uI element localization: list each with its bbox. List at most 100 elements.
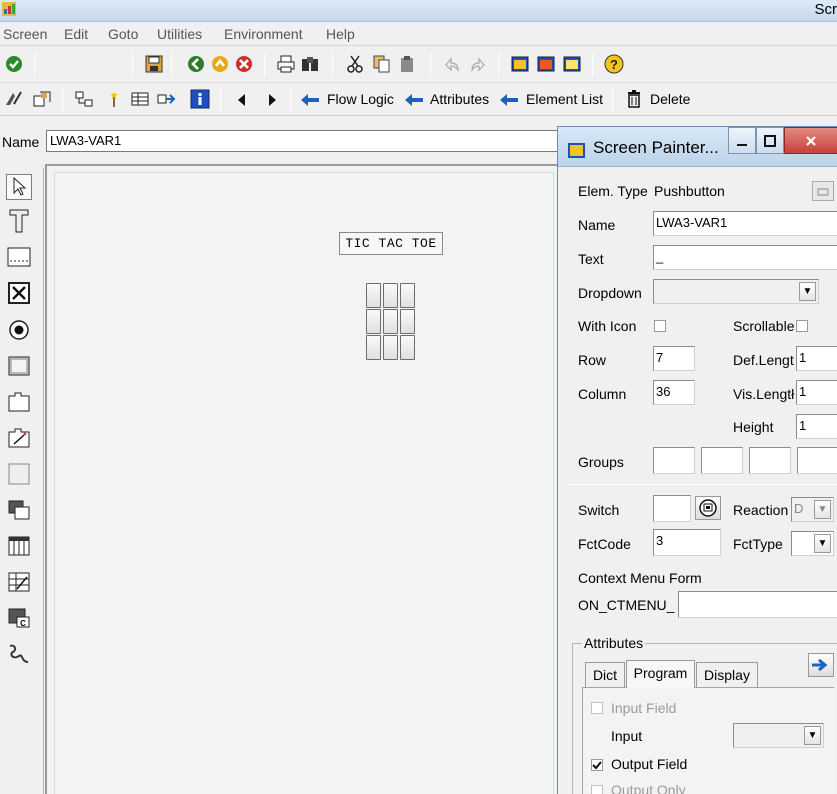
layout-canvas[interactable] [45,164,558,794]
table-wizard-tool-icon[interactable] [6,569,32,595]
status-icon-tool-icon[interactable] [6,641,32,667]
fctcode-input[interactable]: 3 [653,529,721,556]
table-control-tool-icon[interactable] [6,533,32,559]
title-text-box[interactable]: TIC TAC TOE [339,232,443,255]
print-icon[interactable] [276,54,296,74]
group-input-1[interactable] [653,447,695,474]
dictionary-icon[interactable] [130,89,150,109]
group-input-4[interactable] [797,447,837,474]
name-input[interactable]: LWA3-VAR1 [653,211,837,236]
exit-icon[interactable] [210,54,230,74]
new-session-icon[interactable] [510,54,530,74]
grid-cell-7[interactable] [366,335,381,360]
next-icon[interactable] [262,90,282,110]
toolbar-separator [62,88,63,112]
paste-icon[interactable] [398,54,418,74]
trash-icon[interactable] [624,89,644,109]
copy-icon[interactable] [372,54,392,74]
switch-input[interactable] [653,495,691,522]
menu-screen[interactable]: Screen [3,26,47,42]
custom-control-tool-icon[interactable]: C [6,605,32,631]
text-field-tool-icon[interactable] [6,208,32,234]
screen-icon[interactable] [32,89,52,109]
column-input[interactable]: 36 [653,380,695,405]
menu-utilities[interactable]: Utilities [157,26,202,42]
collapse-icon[interactable] [812,181,834,201]
cancel-icon[interactable] [234,54,254,74]
back-icon[interactable] [186,54,206,74]
input-field-tool-icon[interactable] [6,244,32,270]
grid-cell-5[interactable] [383,309,398,334]
vis-length-input[interactable]: 1 [796,380,837,405]
hierarchy-icon[interactable] [74,89,94,109]
menu-environment[interactable]: Environment [224,26,303,42]
layout-icon[interactable] [562,54,582,74]
navigate-icon[interactable] [156,89,176,109]
element-list-arrow-icon[interactable] [499,90,519,110]
group-input-2[interactable] [701,447,743,474]
flow-logic-arrow-icon[interactable] [300,90,320,110]
more-attributes-button[interactable] [808,653,834,677]
def-length-input[interactable]: 1 [796,346,837,371]
input-select[interactable]: ▼ [733,723,824,748]
grid-cell-8[interactable] [383,335,398,360]
output-only-checkbox[interactable] [591,785,603,794]
grid-cell-9[interactable] [400,335,415,360]
minimize-button[interactable] [728,127,756,154]
text-input[interactable]: _ [653,245,837,270]
checkbox-tool-icon[interactable] [6,280,32,306]
tab-dict[interactable]: Dict [585,662,625,688]
menu-help[interactable]: Help [326,26,355,42]
name-field[interactable]: LWA3-VAR1 [46,130,560,152]
menu-edit[interactable]: Edit [64,26,88,42]
group-input-3[interactable] [749,447,791,474]
name-row: Name LWA3-VAR1 [0,125,560,159]
grid-cell-2[interactable] [383,283,398,308]
delete-button[interactable]: Delete [650,91,690,107]
input-field-checkbox[interactable] [591,702,603,714]
grid-cell-3[interactable] [400,283,415,308]
shortcut-icon[interactable] [536,54,556,74]
maximize-button[interactable] [756,127,784,154]
tabstrip-wizard-tool-icon[interactable] [6,425,32,451]
graphic-layout-icon[interactable] [4,89,24,109]
tab-program[interactable]: Program [626,660,695,688]
grid-cell-6[interactable] [400,309,415,334]
grid-cell-4[interactable] [366,309,381,334]
previous-icon[interactable] [232,90,252,110]
save-icon[interactable] [144,54,164,74]
context-menu-input[interactable] [678,591,837,618]
with-icon-checkbox[interactable] [654,320,666,332]
close-button[interactable] [784,127,837,154]
element-list-button[interactable]: Element List [526,91,603,107]
attributes-button[interactable]: Attributes [430,91,489,107]
fcttype-select[interactable]: ▼ [791,531,834,556]
reaction-select[interactable]: D ▼ [791,497,834,522]
attributes-arrow-icon[interactable] [404,90,424,110]
cut-icon[interactable] [345,54,365,74]
radio-button-tool-icon[interactable] [6,317,32,343]
undo-icon[interactable] [442,54,462,74]
enter-icon[interactable] [4,54,24,74]
subscreen-tool-icon[interactable] [6,497,32,523]
scrollable-checkbox[interactable] [796,320,808,332]
flow-logic-button[interactable]: Flow Logic [327,91,394,107]
box-tool-icon[interactable] [6,461,32,487]
tab-display[interactable]: Display [696,662,758,688]
menu-goto[interactable]: Goto [108,26,138,42]
height-input[interactable]: 1 [796,414,837,439]
wand-icon[interactable] [104,89,124,109]
find-icon[interactable] [300,54,320,74]
dropdown-select[interactable]: ▼ [653,279,819,304]
toolbar-separator [612,88,613,112]
help-icon[interactable]: ? [604,54,624,74]
select-pointer-icon[interactable] [6,174,32,200]
grid-cell-1[interactable] [366,283,381,308]
info-icon[interactable] [190,89,210,109]
pushbutton-tool-icon[interactable] [6,353,32,379]
switch-select-button[interactable] [695,496,721,520]
tabstrip-tool-icon[interactable] [6,389,32,415]
redo-icon[interactable] [468,54,488,74]
output-field-checkbox[interactable] [591,759,603,771]
row-input[interactable]: 7 [653,346,695,371]
